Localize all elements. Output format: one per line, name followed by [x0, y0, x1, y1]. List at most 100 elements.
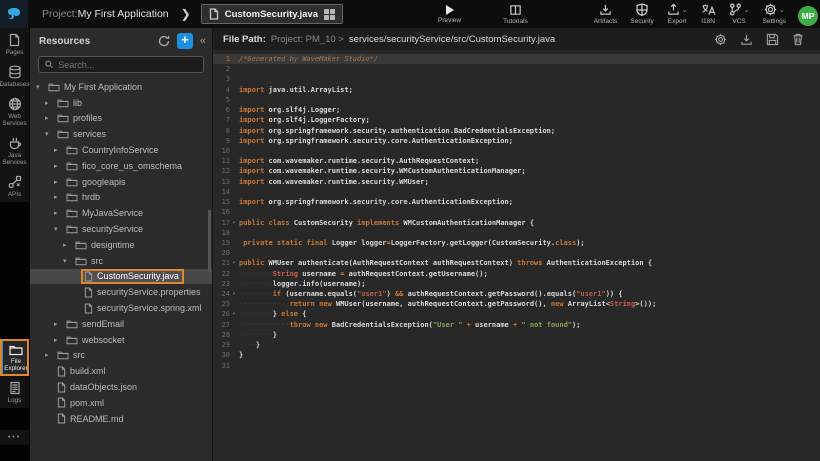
tree-caret-icon[interactable]: ▸	[45, 351, 55, 359]
tree-caret-icon[interactable]: ▸	[45, 99, 55, 107]
preview-button[interactable]: Preview	[438, 0, 461, 28]
add-resource-button[interactable]: +	[177, 33, 193, 49]
tree-item[interactable]: ▸ designtime	[30, 237, 212, 253]
project-breadcrumb[interactable]: Project:My First Application	[42, 8, 169, 20]
more-options-icon[interactable]: •••	[0, 430, 29, 445]
coffee-icon	[8, 136, 22, 150]
editor-settings-gear-icon[interactable]	[714, 33, 727, 46]
code-text	[238, 146, 239, 156]
security-button[interactable]: Security	[630, 0, 653, 28]
fold-arrow-icon[interactable]: ▾	[230, 258, 238, 268]
tree-item[interactable]: securityService.spring.xml	[30, 300, 212, 316]
fold-arrow-icon[interactable]: ▾	[230, 289, 238, 299]
tree-item[interactable]: ▸ googleapis	[30, 174, 212, 190]
save-icon[interactable]	[766, 33, 779, 46]
tree-item[interactable]: ▸MyJavaService	[30, 205, 212, 221]
tree-item[interactable]: ▸hrdb	[30, 190, 212, 206]
sidebar-item-label: Logs	[8, 397, 22, 404]
tree-caret-icon[interactable]: ▸	[54, 162, 64, 170]
tree-item-box: profiles	[55, 112, 106, 124]
tree-caret-icon[interactable]: ▸	[54, 178, 64, 186]
tree-item[interactable]: ▸fico_core_us_omschema	[30, 158, 212, 174]
fold-spacer	[230, 74, 238, 84]
sidebar-item-pages[interactable]: Pages	[0, 28, 29, 60]
settings-button[interactable]: ⌄ Settings	[763, 0, 787, 28]
project-label: Project:	[42, 8, 78, 20]
tree-caret-icon[interactable]: ▸	[63, 241, 73, 249]
tree-caret-icon[interactable]: ▸	[54, 146, 64, 154]
artifacts-button[interactable]: Artifacts	[594, 0, 617, 28]
sidebar-item-web-services[interactable]: Web Services	[0, 92, 29, 131]
user-avatar[interactable]: MP	[798, 6, 818, 26]
sidebar-item-file-explorer[interactable]: File Explorer	[0, 339, 29, 376]
line-number: 3	[213, 74, 230, 84]
tree-item[interactable]: ▸lib	[30, 95, 212, 111]
fold-arrow-icon[interactable]: ▾	[230, 309, 238, 319]
tree-item-box: sendEmail	[64, 318, 128, 330]
folder-icon	[66, 335, 78, 345]
refresh-icon[interactable]	[158, 35, 170, 47]
resource-search[interactable]	[38, 56, 204, 73]
sidebar-item-databases[interactable]: Databases	[0, 60, 29, 92]
fold-spacer	[230, 177, 238, 187]
tree-item[interactable]: ▾securityService	[30, 221, 212, 237]
folder-icon	[57, 98, 69, 108]
code-line: 17▾public class CustomSecurity implement…	[213, 218, 820, 228]
tree-item[interactable]: ▾My First Application	[30, 79, 212, 95]
tree-item-label: googleapis	[82, 177, 126, 187]
sidebar-item-apis[interactable]: APIs	[0, 170, 29, 202]
tree-item[interactable]: ▸websocket	[30, 332, 212, 348]
file-icon	[209, 8, 219, 20]
preview-label: Preview	[438, 17, 461, 24]
tree-item-box: websocket	[64, 334, 129, 346]
tree-item[interactable]: ▸src	[30, 348, 212, 364]
tree-scrollbar[interactable]	[208, 210, 211, 272]
vcs-label: VCS	[732, 18, 745, 25]
tab-customsecurity-java[interactable]: CustomSecurity.java	[201, 4, 343, 24]
tree-item[interactable]: build.xml	[30, 363, 212, 379]
sidebar-item-logs[interactable]: Logs	[0, 376, 29, 408]
trash-icon[interactable]	[792, 33, 804, 46]
collapse-panel-icon[interactable]: «	[200, 35, 206, 47]
fold-arrow-icon[interactable]: ▾	[230, 218, 238, 228]
export-button[interactable]: ⌄ Export	[667, 0, 688, 28]
code-text: ········}	[238, 330, 277, 340]
tutorials-button[interactable]: Tutorials	[503, 0, 528, 28]
tree-item-box: services	[55, 128, 110, 140]
tree-item-label: dataObjects.json	[70, 382, 137, 392]
wavemaker-logo[interactable]	[0, 0, 28, 28]
tree-caret-icon[interactable]: ▾	[54, 225, 64, 233]
tree-item-label: designtime	[91, 240, 135, 250]
tree-caret-icon[interactable]: ▾	[45, 130, 55, 138]
tree-item[interactable]: ▸sendEmail	[30, 316, 212, 332]
tree-caret-icon[interactable]: ▾	[63, 257, 73, 265]
tree-item[interactable]: ▾src	[30, 253, 212, 269]
line-number: 15	[213, 197, 230, 207]
tree-item[interactable]: dataObjects.json	[30, 379, 212, 395]
tree-item[interactable]: pom.xml	[30, 395, 212, 411]
tree-item[interactable]: ▸CountryInfoService	[30, 142, 212, 158]
tree-caret-icon[interactable]: ▸	[54, 209, 64, 217]
fold-spacer	[230, 350, 238, 360]
tree-caret-icon[interactable]: ▾	[36, 83, 46, 91]
shield-icon	[636, 3, 648, 16]
tree-item[interactable]: README.md	[30, 411, 212, 427]
search-input[interactable]	[58, 60, 197, 70]
tree-caret-icon[interactable]: ▸	[54, 336, 64, 344]
settings-label: Settings	[763, 18, 787, 25]
tree-caret-icon[interactable]: ▸	[54, 320, 64, 328]
tree-item[interactable]: CustomSecurity.java	[30, 269, 212, 285]
tree-caret-icon[interactable]: ▸	[45, 114, 55, 122]
line-number: 24	[213, 289, 230, 299]
i18n-button[interactable]: I18N	[701, 0, 716, 28]
sidebar-item-java-services[interactable]: Java Services	[0, 131, 29, 170]
tree-item[interactable]: securityService.properties	[30, 284, 212, 300]
tree-item[interactable]: ▸profiles	[30, 111, 212, 127]
tree-caret-icon[interactable]: ▸	[54, 193, 64, 201]
code-area[interactable]: 1/*Generated by WaveMaker Studio*/234imp…	[213, 50, 820, 461]
rail-spacer	[0, 445, 29, 461]
download-file-icon[interactable]	[740, 33, 753, 46]
dashboard-grid-icon[interactable]	[324, 9, 335, 20]
tree-item[interactable]: ▾services	[30, 126, 212, 142]
vcs-button[interactable]: ⌄ VCS	[729, 0, 750, 28]
